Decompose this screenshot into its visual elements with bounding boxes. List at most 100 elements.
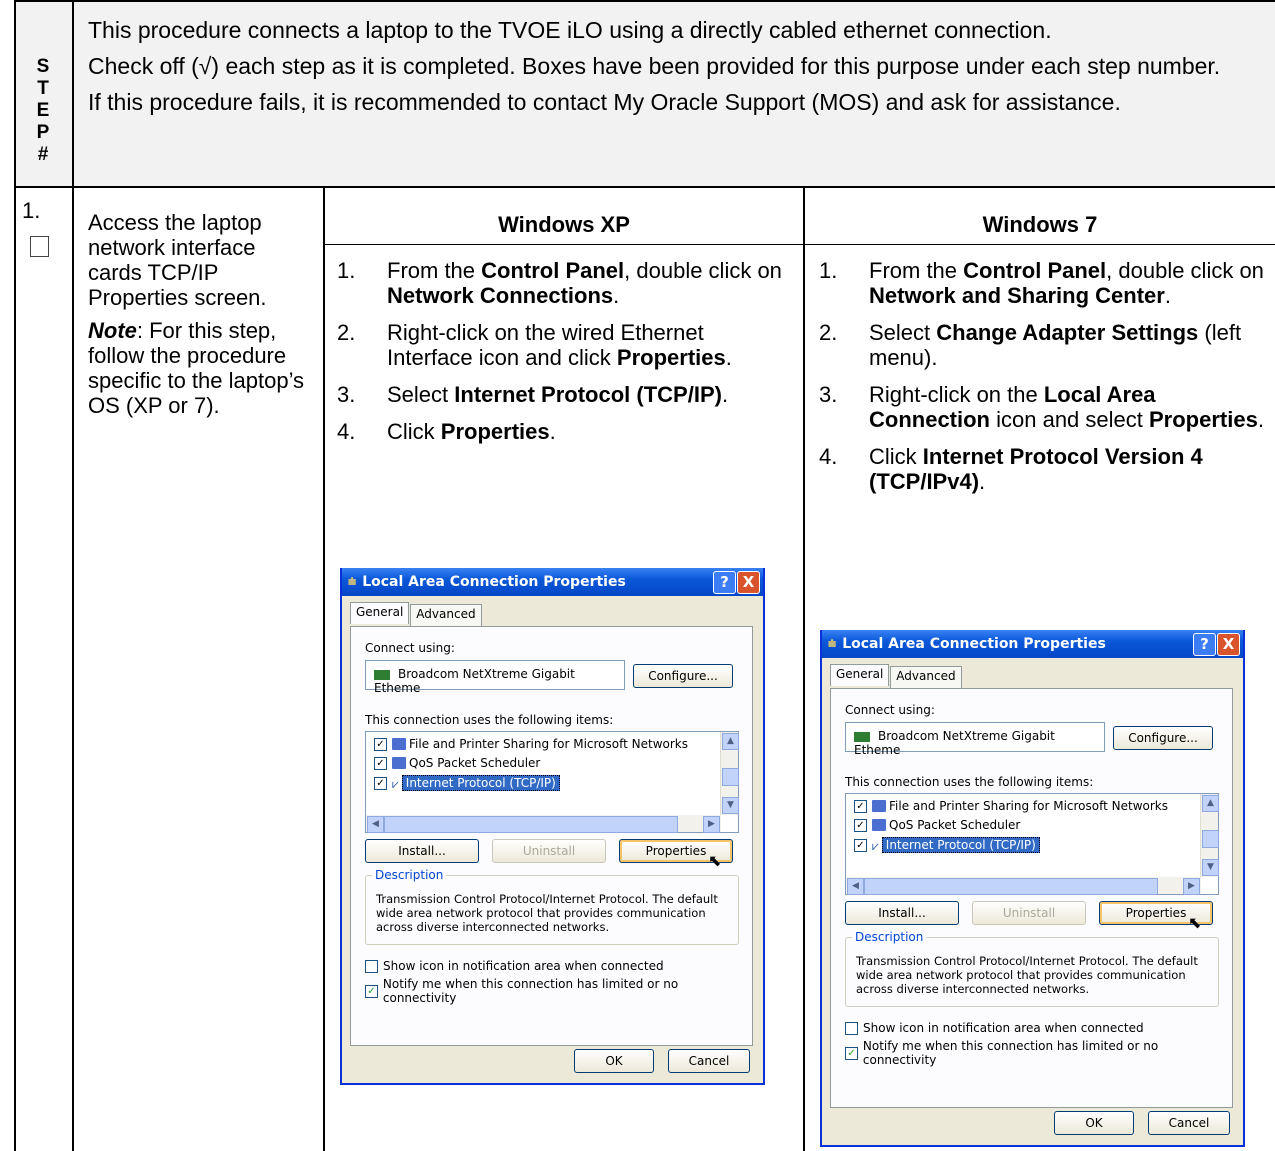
scroll-left-icon[interactable]: ◀ bbox=[367, 816, 384, 833]
scroll-up-icon[interactable]: ▲ bbox=[722, 733, 739, 750]
notify-checkbox[interactable]: ✓ bbox=[365, 984, 378, 998]
scroll-thumb[interactable] bbox=[722, 768, 739, 786]
scroll-right-icon[interactable]: ▶ bbox=[1183, 878, 1200, 895]
scroll-thumb[interactable] bbox=[384, 816, 678, 833]
list-item[interactable]: ✓ ⩗ Internet Protocol (TCP/IP) bbox=[854, 837, 1040, 853]
step-column-divider bbox=[72, 0, 74, 1151]
list-item[interactable]: ✓ File and Printer Sharing for Microsoft … bbox=[374, 737, 688, 751]
step-text: . bbox=[549, 419, 556, 444]
network-card-icon bbox=[374, 669, 390, 680]
configure-button[interactable]: Configure... bbox=[633, 664, 733, 688]
cancel-button[interactable]: Cancel bbox=[1148, 1111, 1230, 1135]
description-text: Transmission Control Protocol/Internet P… bbox=[376, 892, 718, 934]
horizontal-scrollbar[interactable]: ◀ ▶ bbox=[846, 877, 1201, 895]
step-checkbox[interactable] bbox=[30, 236, 49, 257]
show-icon-checkbox[interactable] bbox=[845, 1021, 858, 1035]
scroll-left-icon[interactable]: ◀ bbox=[847, 878, 864, 895]
step-item: 1. From the Control Panel, double click o… bbox=[819, 258, 1267, 308]
item-checkbox[interactable]: ✓ bbox=[854, 838, 867, 852]
help-button[interactable]: ? bbox=[713, 571, 736, 594]
close-button[interactable]: X bbox=[1217, 633, 1240, 656]
step-text: . bbox=[979, 469, 986, 494]
task-description: Access the laptop network interface card… bbox=[88, 210, 313, 426]
intro-paragraph: Check off (√) each step as it is complet… bbox=[88, 53, 1221, 79]
tab-general[interactable]: General bbox=[350, 602, 410, 624]
install-button[interactable]: Install... bbox=[365, 839, 479, 863]
show-icon-checkbox[interactable] bbox=[365, 959, 378, 973]
step-item-number: 4. bbox=[337, 419, 356, 444]
step-text: Select bbox=[869, 320, 937, 345]
close-button[interactable]: X bbox=[737, 571, 760, 594]
vertical-scrollbar[interactable]: ▲ ▼ bbox=[1200, 794, 1219, 877]
step-item-number: 1. bbox=[819, 258, 838, 283]
step-text: icon and select bbox=[990, 407, 1149, 432]
step-item-number: 2. bbox=[337, 320, 356, 345]
task-column-divider bbox=[323, 187, 325, 1151]
list-item[interactable]: ✓ File and Printer Sharing for Microsoft … bbox=[854, 799, 1168, 813]
configure-button[interactable]: Configure... bbox=[1113, 726, 1213, 750]
step-item: 2. Select Change Adapter Settings (left m… bbox=[819, 320, 1267, 370]
horizontal-scrollbar[interactable]: ◀ ▶ bbox=[366, 815, 721, 833]
uninstall-button[interactable]: Uninstall bbox=[972, 901, 1086, 925]
uninstall-button[interactable]: Uninstall bbox=[492, 839, 606, 863]
emphasis-text: Properties bbox=[1148, 407, 1258, 432]
step-item: 4. Click Properties. bbox=[337, 419, 787, 444]
list-item[interactable]: ✓ QoS Packet Scheduler bbox=[854, 818, 1020, 832]
adapter-field: Broadcom NetXtreme Gigabit Etheme bbox=[845, 722, 1105, 757]
adapter-name: Broadcom NetXtreme Gigabit Etheme bbox=[854, 729, 1055, 757]
network-icon: ⩗ bbox=[872, 839, 879, 853]
scroll-thumb[interactable] bbox=[1202, 830, 1219, 848]
ok-button[interactable]: OK bbox=[574, 1049, 654, 1073]
components-list[interactable]: ✓ File and Printer Sharing for Microsoft … bbox=[845, 793, 1219, 895]
general-panel: Connect using: Broadcom NetXtreme Gigabi… bbox=[350, 626, 753, 1046]
items-label: This connection uses the following items… bbox=[845, 775, 1094, 789]
step-text: Click bbox=[869, 444, 923, 469]
list-item[interactable]: ✓ QoS Packet Scheduler bbox=[374, 756, 540, 770]
item-checkbox[interactable]: ✓ bbox=[854, 818, 867, 832]
item-checkbox[interactable]: ✓ bbox=[374, 737, 387, 751]
pc-icon bbox=[872, 800, 886, 812]
description-text: Transmission Control Protocol/Internet P… bbox=[856, 954, 1198, 996]
notify-option[interactable]: ✓ Notify me when this connection has limi… bbox=[845, 1039, 1232, 1067]
task-text: Access the laptop network interface card… bbox=[88, 210, 267, 310]
scroll-down-icon[interactable]: ▼ bbox=[722, 797, 739, 814]
emphasis-text: Properties bbox=[440, 419, 550, 444]
ok-button[interactable]: OK bbox=[1054, 1111, 1134, 1135]
help-button[interactable]: ? bbox=[1193, 633, 1216, 656]
mouse-cursor-icon: ⬉ bbox=[1188, 913, 1202, 932]
install-button[interactable]: Install... bbox=[845, 901, 959, 925]
show-icon-option[interactable]: Show icon in notification area when conn… bbox=[365, 959, 664, 973]
step-text: From the bbox=[869, 258, 964, 283]
description-group: Description Transmission Control Protoco… bbox=[845, 930, 1219, 1007]
vertical-scrollbar[interactable]: ▲ ▼ bbox=[720, 732, 739, 815]
os-column-divider bbox=[803, 187, 805, 1151]
scroll-right-icon[interactable]: ▶ bbox=[703, 816, 720, 833]
tab-advanced[interactable]: Advanced bbox=[890, 666, 962, 688]
adapter-name: Broadcom NetXtreme Gigabit Etheme bbox=[374, 667, 575, 695]
tab-advanced[interactable]: Advanced bbox=[410, 604, 482, 626]
show-icon-option[interactable]: Show icon in notification area when conn… bbox=[845, 1021, 1144, 1035]
scroll-down-icon[interactable]: ▼ bbox=[1202, 859, 1219, 876]
tab-general[interactable]: General bbox=[830, 664, 890, 686]
os-header-divider bbox=[323, 244, 1275, 245]
item-checkbox[interactable]: ✓ bbox=[374, 756, 387, 770]
step-text: , double click on bbox=[1106, 258, 1264, 283]
components-list[interactable]: ✓ File and Printer Sharing for Microsoft … bbox=[365, 731, 739, 833]
pc-icon bbox=[392, 757, 406, 769]
network-connection-icon: ⩧ bbox=[828, 636, 837, 652]
notify-checkbox[interactable]: ✓ bbox=[845, 1046, 858, 1060]
step-item-number: 2. bbox=[819, 320, 838, 345]
pc-icon bbox=[392, 738, 406, 750]
scroll-up-icon[interactable]: ▲ bbox=[1202, 795, 1219, 812]
connect-using-label: Connect using: bbox=[365, 641, 455, 655]
item-checkbox[interactable]: ✓ bbox=[374, 776, 387, 790]
scroll-thumb[interactable] bbox=[864, 878, 1158, 895]
step-text: , double click on bbox=[624, 258, 782, 283]
cancel-button[interactable]: Cancel bbox=[668, 1049, 750, 1073]
table-border-top bbox=[14, 0, 1275, 2]
emphasis-text: Network Connections bbox=[387, 283, 614, 308]
item-checkbox[interactable]: ✓ bbox=[854, 799, 867, 813]
notify-option[interactable]: ✓ Notify me when this connection has limi… bbox=[365, 977, 752, 1005]
step-text: . bbox=[1257, 407, 1264, 432]
list-item[interactable]: ✓ ⩗ Internet Protocol (TCP/IP) bbox=[374, 775, 560, 791]
